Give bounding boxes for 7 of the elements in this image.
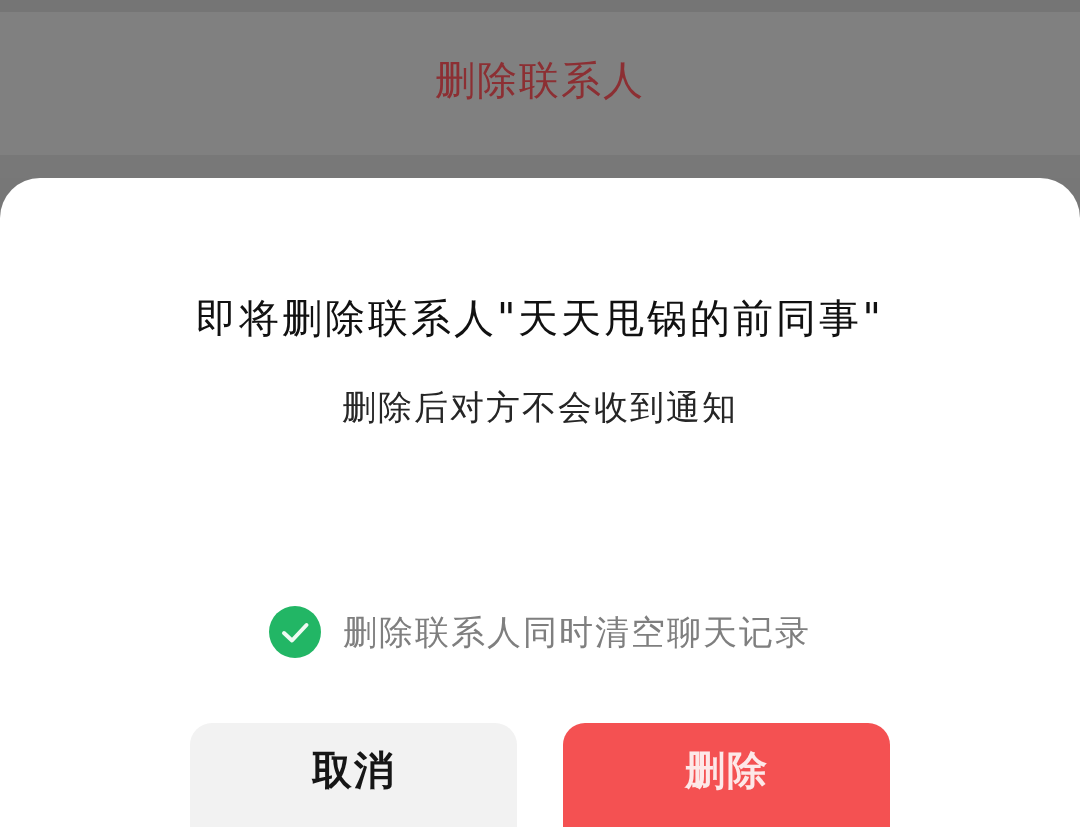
option-label: 删除联系人同时清空聊天记录 xyxy=(343,611,811,654)
checkbox-icon[interactable] xyxy=(269,606,321,658)
dialog-title: 即将删除联系人"天天甩锅的前同事" xyxy=(196,294,884,343)
menu-item[interactable]: 删除联系人 xyxy=(0,12,1080,155)
dialog-message: 删除后对方不会收到通知 xyxy=(342,386,738,429)
delete-button[interactable]: 删除 xyxy=(563,723,890,827)
cancel-button[interactable]: 取消 xyxy=(190,723,517,827)
